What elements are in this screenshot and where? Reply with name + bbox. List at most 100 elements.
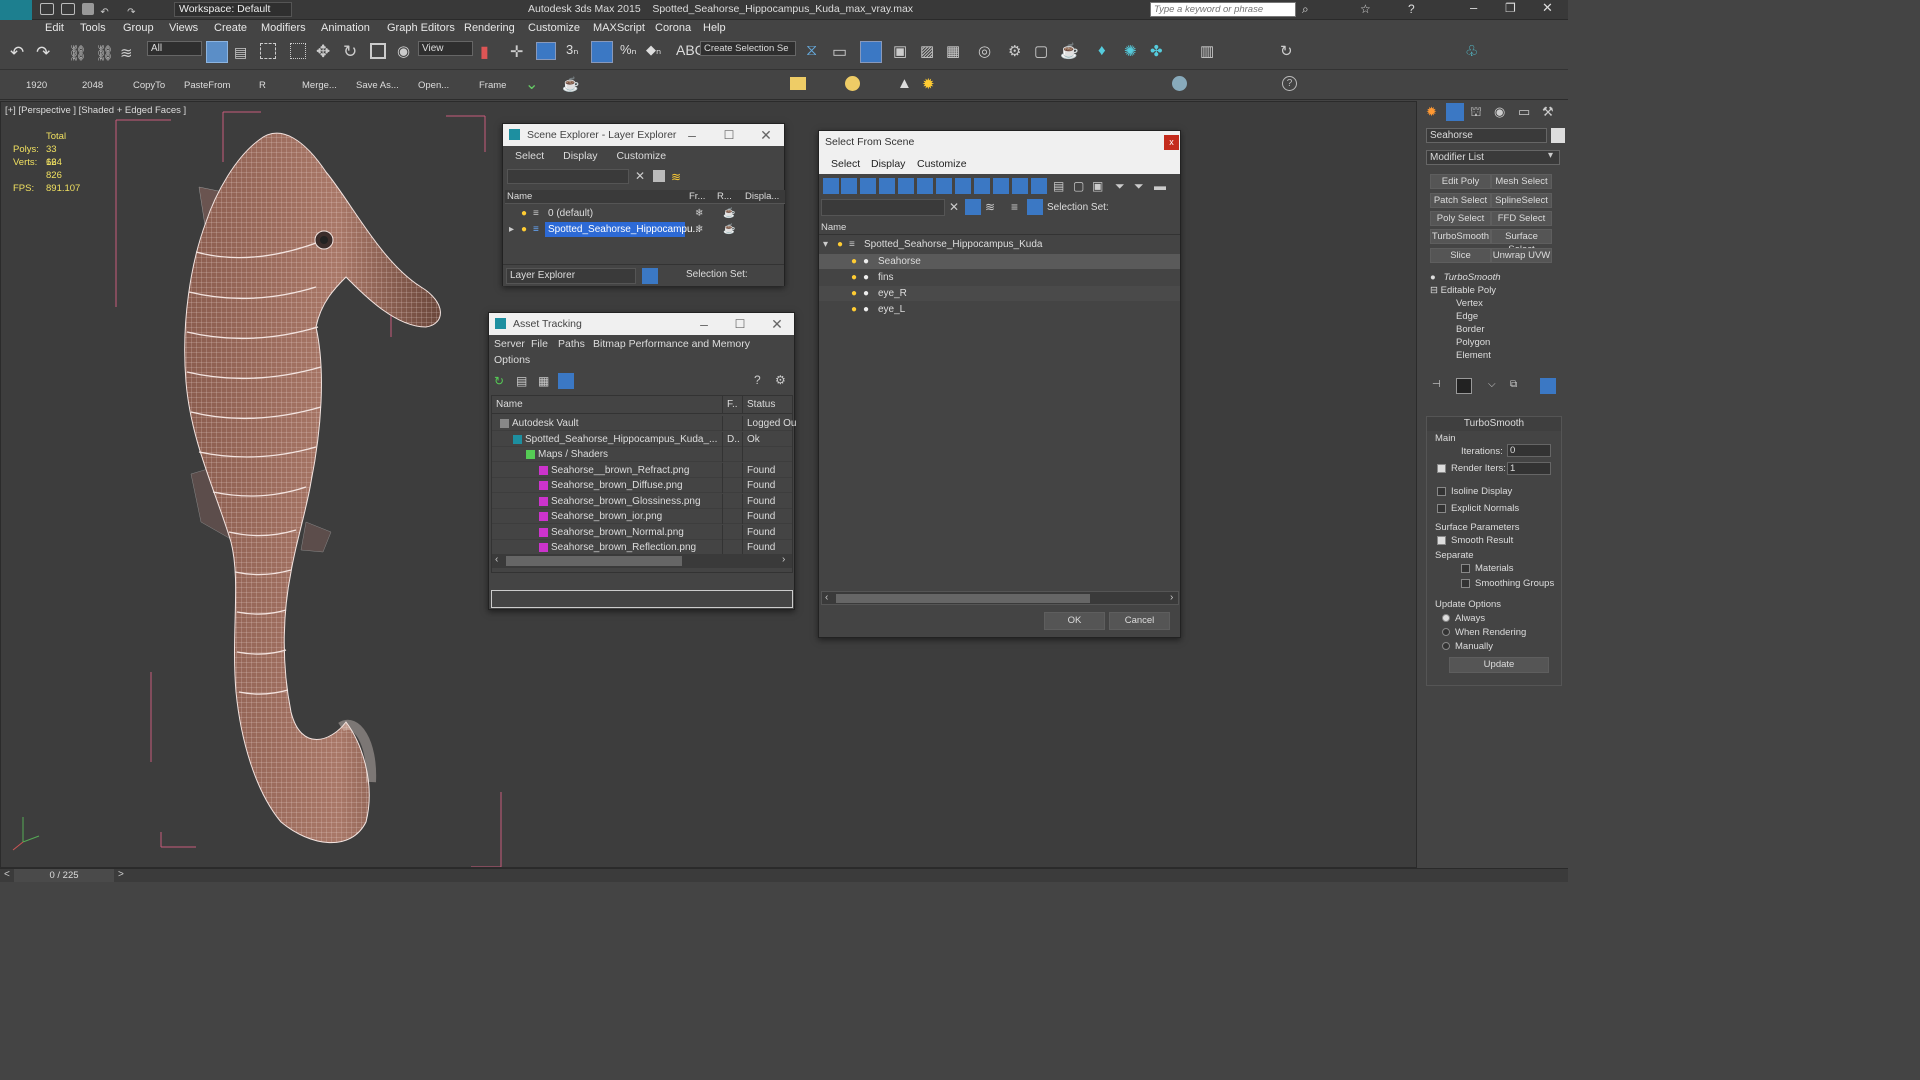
display-xrefs-icon[interactable] <box>955 178 971 194</box>
filter-add-icon[interactable]: ⏷ <box>1134 179 1144 194</box>
scene-explorer-titlebar[interactable]: Scene Explorer - Layer Explorer – ☐ ✕ <box>503 124 784 146</box>
freeze-icon[interactable]: ❄ <box>695 222 703 237</box>
menu-group[interactable]: Group <box>123 22 154 34</box>
asset-tracking-window[interactable]: Asset Tracking – ☐ ✕ Server File Paths B… <box>488 312 797 610</box>
curve-editor-icon[interactable]: ▨ <box>920 42 934 60</box>
iterations-spinner[interactable]: 0 <box>1507 444 1551 457</box>
save-icon[interactable] <box>81 3 94 15</box>
select-from-scene-window[interactable]: Select From Scene x Select Display Custo… <box>818 130 1181 638</box>
sun-icon[interactable]: ✺ <box>1124 42 1137 60</box>
prev-frame-icon[interactable]: < <box>4 869 10 880</box>
render-iters-checkbox[interactable] <box>1437 464 1446 473</box>
display-shapes-icon[interactable] <box>841 178 857 194</box>
vray-icon[interactable]: ✤ <box>1150 42 1163 60</box>
stack-item-polygon[interactable]: Polygon <box>1456 336 1490 349</box>
object-color-swatch[interactable] <box>1551 128 1565 143</box>
layer-toggle-icon[interactable] <box>642 268 658 284</box>
menu-options[interactable]: Options <box>494 352 530 368</box>
schematic-view-icon[interactable]: ▦ <box>946 42 960 60</box>
expand-icon[interactable]: ▸ <box>509 222 514 237</box>
render-icon[interactable]: ☕ <box>1060 42 1079 60</box>
create-tab-icon[interactable]: ✹ <box>1426 104 1437 120</box>
col-name[interactable]: Name <box>507 190 532 204</box>
horizontal-scrollbar[interactable]: ‹ › <box>492 554 792 568</box>
horizontal-scrollbar[interactable]: ‹ › <box>821 591 1179 605</box>
redo-icon[interactable]: ↷ <box>36 43 50 63</box>
placement-icon[interactable]: ◉ <box>397 42 410 60</box>
col-full-path[interactable]: F.. <box>722 396 738 414</box>
display-lights-icon[interactable] <box>860 178 876 194</box>
ok-button[interactable]: OK <box>1044 612 1105 630</box>
chevron-down-icon[interactable]: ▾ <box>1548 150 1553 161</box>
menu-edit[interactable]: Edit <box>45 22 64 34</box>
bind-spacewarp-icon[interactable]: ≋ <box>120 44 133 62</box>
clear-search-icon[interactable]: ✕ <box>635 169 645 183</box>
name-column-header[interactable]: Name <box>819 221 1180 235</box>
display-containers-icon[interactable] <box>993 178 1009 194</box>
asset-row[interactable]: Seahorse_brown_Reflection.png Found <box>492 540 792 555</box>
globe-icon[interactable] <box>1172 76 1187 91</box>
table-view-icon[interactable] <box>558 373 574 389</box>
display-hidden-icon[interactable] <box>1031 178 1047 194</box>
mesh-select-button[interactable]: Mesh Select <box>1491 174 1552 189</box>
col-display[interactable]: Displa... <box>745 190 779 204</box>
light-icon[interactable]: ♦ <box>1098 42 1106 59</box>
scene-root-row[interactable]: ▾ ● ≡ Spotted_Seahorse_Hippocampus_Kuda <box>819 237 1180 252</box>
render-iters-spinner[interactable]: 1 <box>1507 462 1551 475</box>
when-rendering-radio[interactable] <box>1442 628 1450 636</box>
object-row[interactable]: ● ● fins <box>819 270 1180 285</box>
cancel-button[interactable]: Cancel <box>1109 612 1170 630</box>
asset-row[interactable]: Spotted_Seahorse_Hippocampus_Kuda_... D..… <box>492 431 792 447</box>
menu-display[interactable]: Display <box>563 150 597 162</box>
asset-row[interactable]: Autodesk Vault Logged Ou <box>492 416 797 431</box>
save-as-button[interactable]: Save As... <box>356 80 399 91</box>
layers-icon[interactable]: ≋ <box>671 170 681 184</box>
close-icon[interactable]: ✕ <box>1542 0 1553 16</box>
menu-corona[interactable]: Corona <box>655 22 691 34</box>
menu-customize[interactable]: Customize <box>917 154 967 174</box>
refresh-icon[interactable]: ↻ <box>494 374 504 388</box>
menu-select[interactable]: Select <box>515 150 544 162</box>
menu-paths[interactable]: Paths <box>558 336 585 352</box>
bulb-icon[interactable]: ● <box>851 254 857 269</box>
menu-server[interactable]: Server <box>494 336 525 352</box>
settings-icon[interactable]: ⚙ <box>775 373 786 387</box>
select-object-icon[interactable] <box>206 41 228 63</box>
poly-select-button[interactable]: Poly Select <box>1430 211 1491 226</box>
asset-row[interactable]: Seahorse_brown_ior.png Found <box>492 509 792 524</box>
graphite-toolbar-icon[interactable]: ▣ <box>893 42 907 60</box>
filter-icon[interactable]: ⏷ <box>1115 179 1125 194</box>
selection-filter-dropdown[interactable]: All <box>147 41 202 56</box>
select-by-name-icon[interactable]: ▤ <box>234 44 247 61</box>
menu-help[interactable]: Help <box>703 22 726 34</box>
render-icon[interactable]: ☕ <box>723 222 735 237</box>
display-tab-icon[interactable]: ▭ <box>1518 104 1530 120</box>
render-icon[interactable]: ☕ <box>723 206 735 221</box>
object-row-selected[interactable]: ● ● Seahorse <box>819 254 1180 269</box>
col-name[interactable]: Name <box>496 396 523 414</box>
isoline-checkbox[interactable] <box>1437 487 1446 496</box>
menu-display[interactable]: Display <box>871 154 905 174</box>
asset-row[interactable]: Seahorse_brown_Diffuse.png Found <box>492 478 792 493</box>
ffd-select-button[interactable]: FFD Select <box>1491 211 1552 226</box>
object-row[interactable]: ● ● eye_R <box>819 286 1180 301</box>
chevron-down-icon[interactable]: ⌄ <box>525 74 538 94</box>
hierarchy-icon[interactable] <box>1027 199 1043 215</box>
slice-button[interactable]: Slice <box>1430 248 1491 263</box>
scene-explorer-search[interactable] <box>507 169 629 184</box>
close-icon[interactable]: ✕ <box>753 124 779 146</box>
cone-icon[interactable]: ▲ <box>897 75 912 92</box>
time-slider[interactable]: < 0 / 225 > <box>0 868 1568 882</box>
asset-row[interactable]: Seahorse_brown_Normal.png Found <box>492 524 792 540</box>
undo-icon[interactable]: ↶ <box>100 7 114 19</box>
layer-explorer-icon[interactable] <box>860 41 882 63</box>
close-button[interactable]: x <box>1164 135 1179 150</box>
motion-tab-icon[interactable]: ◉ <box>1494 104 1505 120</box>
teapot-icon[interactable]: ☕ <box>562 76 579 93</box>
display-helpers-icon[interactable] <box>898 178 914 194</box>
always-radio[interactable] <box>1442 614 1450 622</box>
display-groups-icon[interactable] <box>936 178 952 194</box>
frame-button[interactable]: Frame <box>479 80 506 91</box>
asset-path-field[interactable] <box>491 590 793 608</box>
object-name-field[interactable]: Seahorse <box>1426 128 1547 143</box>
